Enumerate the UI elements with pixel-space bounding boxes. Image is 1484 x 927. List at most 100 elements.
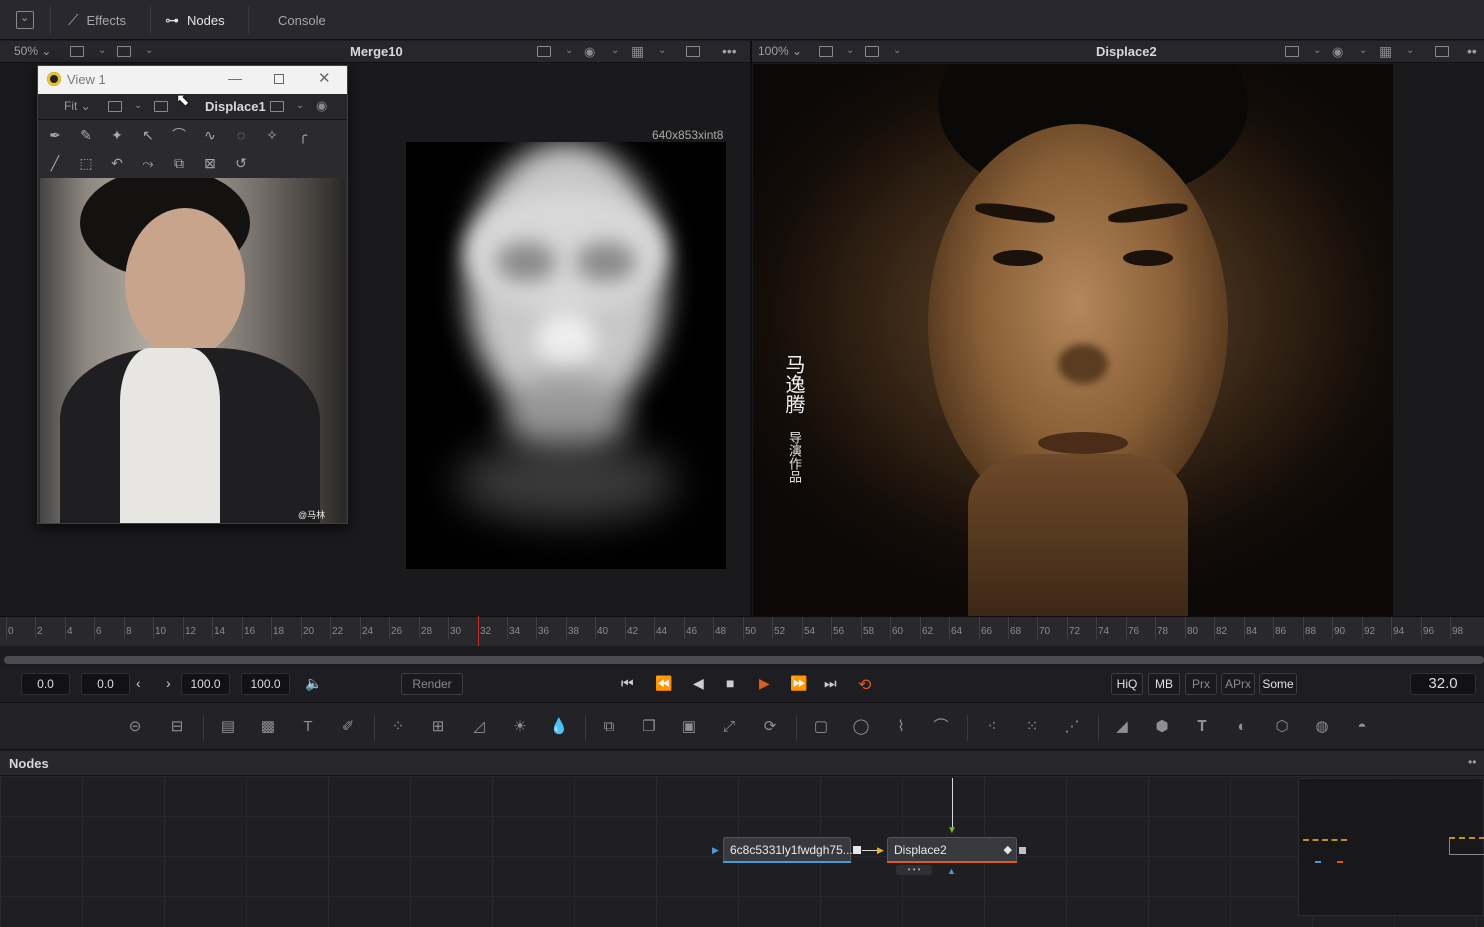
transform-box-icon[interactable]: ⧉ <box>170 154 188 172</box>
loop-icon[interactable]: ⟲ <box>858 675 871 694</box>
layout-icon[interactable] <box>819 46 833 57</box>
rotate-icon[interactable]: ↶ <box>108 154 126 172</box>
line-icon[interactable]: ╱ <box>46 154 64 172</box>
marquee-icon[interactable]: ⬚ <box>77 154 95 172</box>
add-point-icon[interactable]: ✦ <box>108 126 126 144</box>
time-scrubber[interactable] <box>4 656 1484 664</box>
viewer-icon[interactable] <box>865 46 879 57</box>
speaker-icon[interactable]: 🔈 <box>305 675 322 693</box>
curve-icon[interactable]: ╭ <box>294 126 312 144</box>
go-to-end-icon[interactable]: ⏭ <box>824 675 837 693</box>
render-end-field[interactable]: 100.0 <box>181 673 230 695</box>
color-channels-icon[interactable]: ◉ <box>316 98 327 114</box>
time-ruler[interactable]: 0 2 4 6 8 10 12 14 16 18 20 22 24 26 28 30 32 34 36 38 40 42 4… <box>0 616 1484 646</box>
layout-icon[interactable] <box>70 46 84 57</box>
grid-icon[interactable]: ▦ <box>631 43 644 60</box>
renderer-3d-icon[interactable]: ◓ <box>1351 717 1373 737</box>
chevron-down-icon[interactable]: ⌄ <box>98 45 106 56</box>
roi-icon[interactable] <box>537 46 551 57</box>
bspline-icon[interactable]: ⌒ <box>170 126 188 144</box>
play-icon[interactable]: ▶ <box>759 675 770 693</box>
particles-icon[interactable]: ⁘ <box>387 717 409 737</box>
window-titlebar[interactable]: View 1 — ✕ <box>38 66 347 94</box>
effects-button[interactable]: ⟋ Effects <box>68 0 126 40</box>
rewind-icon[interactable]: ⏪ <box>655 675 672 693</box>
aspect-icon[interactable] <box>1435 46 1449 57</box>
close-icon[interactable]: ✕ <box>318 69 331 87</box>
reduce-points-icon[interactable]: ↺ <box>232 154 250 172</box>
color-drop-icon[interactable]: 💧 <box>548 717 570 737</box>
select-icon[interactable]: ↖ <box>139 126 157 144</box>
chevron-down-icon[interactable]: ⌄ <box>565 45 573 56</box>
delete-point-icon[interactable]: ⊠ <box>201 154 219 172</box>
saver-icon[interactable]: ⊟ <box>166 717 188 737</box>
loader-icon[interactable]: ⊝ <box>124 717 146 737</box>
fast-noise-icon[interactable]: ▩ <box>257 717 279 737</box>
color-curves-icon[interactable]: ◿ <box>468 717 490 737</box>
mask-input-icon[interactable]: ▲ <box>947 866 956 876</box>
current-time-field[interactable]: 32.0 <box>1410 673 1476 695</box>
pencil-tool-icon[interactable]: ✎ <box>77 126 95 144</box>
nodes-button[interactable]: ⊶ Nodes <box>165 0 225 40</box>
viewer-icon[interactable] <box>117 46 131 57</box>
chevron-down-icon[interactable]: ⌄ <box>1359 45 1367 56</box>
matte-control-icon[interactable]: ▣ <box>678 717 700 737</box>
viewer-icon[interactable] <box>154 101 168 112</box>
chevron-right-icon[interactable]: › <box>166 675 171 693</box>
aprx-button[interactable]: APrx <box>1221 673 1255 695</box>
more-options-icon[interactable]: •• <box>1468 755 1476 769</box>
light-3d-icon[interactable]: ◍ <box>1311 717 1333 737</box>
lasso-icon[interactable]: ◌ <box>232 126 250 144</box>
stop-icon[interactable]: ■ <box>726 675 734 693</box>
left-zoom-dropdown[interactable]: 50% ⌄ <box>14 44 51 58</box>
hiq-button[interactable]: HiQ <box>1111 673 1143 695</box>
global-end-field[interactable]: 100.0 <box>241 673 290 695</box>
aspect-icon[interactable] <box>686 46 700 57</box>
transform-icon[interactable]: ⟳ <box>759 717 781 737</box>
chevron-down-icon[interactable]: ⌄ <box>296 100 304 111</box>
maximize-icon[interactable] <box>274 74 284 84</box>
node-minimap[interactable] <box>1298 778 1484 916</box>
paint-icon[interactable]: ✐ <box>337 717 359 737</box>
tangent-icon[interactable]: ✧ <box>263 126 281 144</box>
console-button[interactable]: Console <box>278 0 326 40</box>
global-start-field[interactable]: 0.0 <box>21 673 70 695</box>
chevron-left-icon[interactable]: ‹ <box>136 675 141 693</box>
pen-tool-icon[interactable]: ✒ <box>46 126 64 144</box>
image-plane-3d-icon[interactable]: ◢ <box>1111 717 1133 737</box>
p-turbulence-icon[interactable]: ⋰ <box>1061 717 1083 737</box>
p-render-icon[interactable]: ⁙ <box>1021 717 1043 737</box>
displace2-node[interactable]: Displace2 ◆ <box>887 837 1017 863</box>
smooth-icon[interactable]: ⤳ <box>139 154 157 172</box>
right-zoom-dropdown[interactable]: 100% ⌄ <box>758 44 802 58</box>
merge-3d-icon[interactable]: ◐ <box>1231 717 1253 737</box>
chevron-down-icon[interactable]: ⌄ <box>145 45 153 56</box>
playhead[interactable] <box>478 616 479 646</box>
chevron-down-icon[interactable]: ⌄ <box>1406 45 1414 56</box>
render-button[interactable]: Render <box>401 673 463 695</box>
rectangle-mask-icon[interactable]: ▢ <box>810 717 832 737</box>
node-output-icon[interactable] <box>853 846 861 854</box>
panel-toggle-button[interactable]: ⌄ <box>16 11 34 29</box>
merge-icon[interactable]: ⧉ <box>598 717 620 737</box>
more-options-icon[interactable]: ••• <box>722 43 737 59</box>
more-options-icon[interactable]: •• <box>1467 43 1477 59</box>
view1-floating-window[interactable]: View 1 — ✕ Fit ⌄ ⌄ Displace1 ⌄ ◉ ✒ ✎ ✦ ↖… <box>37 65 348 524</box>
grid-icon[interactable]: ▦ <box>1379 43 1392 60</box>
text-3d-icon[interactable]: 𝐓 <box>1191 717 1213 737</box>
polygon-mask-icon[interactable]: ⌇ <box>890 717 912 737</box>
chevron-down-icon[interactable]: ⌄ <box>846 45 854 56</box>
grid-warp-icon[interactable]: ⊞ <box>427 717 449 737</box>
camera-3d-icon[interactable]: ⬡ <box>1271 717 1293 737</box>
chevron-down-icon[interactable]: ⌄ <box>658 45 666 56</box>
roi-icon[interactable] <box>1285 46 1299 57</box>
text-icon[interactable]: T <box>297 717 319 737</box>
background-icon[interactable]: ▤ <box>217 717 239 737</box>
minimize-icon[interactable]: — <box>228 70 242 86</box>
some-button[interactable]: Some <box>1259 673 1297 695</box>
mb-button[interactable]: MB <box>1148 673 1180 695</box>
color-channels-icon[interactable]: ◉ <box>584 44 595 60</box>
go-to-start-icon[interactable]: ⏮ <box>621 675 634 693</box>
prx-button[interactable]: Prx <box>1185 673 1217 695</box>
render-start-field[interactable]: 0.0 <box>81 673 130 695</box>
